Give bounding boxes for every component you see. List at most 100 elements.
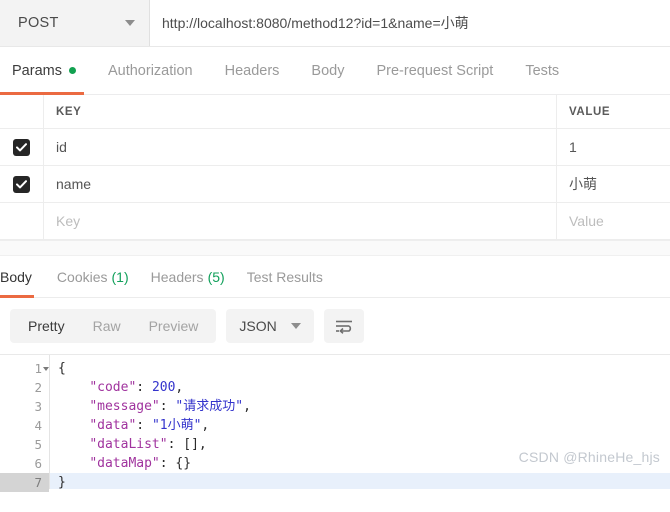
- params-modified-dot-icon: [68, 67, 76, 74]
- param-value-input[interactable]: 小萌: [557, 166, 670, 202]
- code-line: "dataMap": {}: [50, 454, 670, 473]
- param-value-input[interactable]: 1: [557, 129, 670, 165]
- response-body-viewer[interactable]: 1 2 3 4 5 6 7 { "code": 200, "message": "请求成功"…: [0, 354, 670, 492]
- code-line: "dataList": [],: [50, 435, 670, 454]
- checkbox-checked-icon[interactable]: [13, 175, 30, 193]
- param-key-input[interactable]: name: [44, 166, 557, 202]
- line-number-gutter: 1 2 3 4 5 6 7: [0, 355, 50, 492]
- code-token-punc: ,: [175, 380, 184, 395]
- param-value-input[interactable]: Value: [557, 203, 670, 239]
- response-format-label: JSON: [239, 318, 277, 334]
- line-number-text: 2: [34, 380, 42, 395]
- request-response-divider: [0, 240, 670, 256]
- param-enable-cell: [0, 166, 44, 202]
- response-tab-label: Body: [0, 268, 32, 285]
- chevron-down-icon: [290, 323, 301, 329]
- request-tab-label: Params: [12, 62, 62, 79]
- code-line: "data": "1小萌",: [50, 416, 670, 435]
- request-tab-headers[interactable]: Headers: [209, 47, 296, 94]
- line-number: 7: [0, 473, 49, 492]
- http-method-dropdown[interactable]: POST: [0, 0, 150, 46]
- response-tab-headers[interactable]: Headers (5): [140, 256, 236, 297]
- params-header-row: KEY VALUE: [0, 95, 670, 129]
- line-number: 1: [0, 359, 49, 378]
- line-number-text: 3: [34, 399, 42, 414]
- code-token-key: "code": [89, 380, 137, 395]
- response-tab-cookies[interactable]: Cookies (1): [46, 256, 140, 297]
- line-number-text: 7: [34, 475, 42, 490]
- response-tab-label: Headers: [150, 268, 204, 285]
- code-content[interactable]: { "code": 200, "message": "请求成功", "data"…: [50, 355, 670, 489]
- response-tab-count: (5): [207, 268, 225, 285]
- code-token-punc: }: [58, 475, 66, 489]
- view-mode-pretty[interactable]: Pretty: [14, 309, 79, 343]
- request-tab-pre-request-script[interactable]: Pre-request Script: [360, 47, 509, 94]
- response-tab-bar: Body Cookies (1) Headers (5) Test Results: [0, 256, 670, 298]
- request-tab-label: Headers: [224, 62, 280, 79]
- response-tab-count: (1): [111, 268, 129, 285]
- code-line: "message": "请求成功",: [50, 397, 670, 416]
- line-number-text: 5: [34, 437, 42, 452]
- param-key-input[interactable]: id: [44, 129, 557, 165]
- param-key-text: Key: [56, 213, 81, 229]
- request-tab-body[interactable]: Body: [295, 47, 360, 94]
- line-number-text: 1: [34, 361, 42, 376]
- view-mode-preview[interactable]: Preview: [135, 309, 213, 343]
- request-tab-params[interactable]: Params: [0, 47, 92, 95]
- line-number: 3: [0, 397, 49, 416]
- code-token-punc: :: [136, 380, 152, 395]
- code-token-num: 200: [151, 380, 176, 395]
- param-value-text: 1: [569, 139, 577, 155]
- url-input[interactable]: http://localhost:8080/method12?id=1&name…: [150, 0, 670, 46]
- code-token-key: "dataList": [89, 437, 168, 452]
- response-format-dropdown[interactable]: JSON: [226, 309, 314, 343]
- param-key-input[interactable]: Key: [44, 203, 557, 239]
- code-token-str: "1小萌": [151, 418, 202, 433]
- code-token-key: "message": [89, 399, 160, 414]
- params-table: KEY VALUE id 1 name 小萌 Key Value: [0, 95, 670, 240]
- line-number: 6: [0, 454, 49, 473]
- table-row: id 1: [0, 129, 670, 166]
- request-tab-tests[interactable]: Tests: [509, 47, 575, 94]
- http-method-label: POST: [18, 15, 59, 31]
- chevron-down-icon: [125, 20, 135, 26]
- table-row: name 小萌: [0, 166, 670, 203]
- line-number-text: 6: [34, 456, 42, 471]
- request-tab-label: Body: [311, 62, 345, 79]
- code-token-punc: :: [159, 399, 176, 414]
- request-tab-authorization[interactable]: Authorization: [92, 47, 209, 94]
- table-row: Key Value: [0, 203, 670, 240]
- view-mode-group: Pretty Raw Preview: [10, 309, 217, 343]
- request-tab-label: Pre-request Script: [376, 62, 494, 79]
- view-mode-raw[interactable]: Raw: [79, 309, 135, 343]
- request-tab-label: Tests: [525, 62, 560, 79]
- code-token-punc: ,: [201, 418, 210, 433]
- fold-collapse-icon[interactable]: [43, 366, 49, 371]
- request-tab-bar: Params Authorization Headers Body Pre-reques…: [0, 47, 670, 95]
- response-tab-body[interactable]: Body: [0, 256, 46, 298]
- column-header-key: KEY: [56, 105, 82, 118]
- response-tab-label: Cookies: [56, 268, 108, 285]
- code-token-punc: {: [58, 361, 66, 376]
- params-header-key-cell: KEY: [44, 95, 557, 128]
- code-token-punc: :: [136, 418, 152, 433]
- param-enable-cell: [0, 129, 44, 165]
- column-header-value: VALUE: [569, 105, 611, 118]
- response-tab-test-results[interactable]: Test Results: [236, 256, 334, 297]
- param-enable-cell: [0, 203, 44, 239]
- word-wrap-icon[interactable]: [323, 309, 364, 343]
- code-line: "code": 200,: [50, 378, 670, 397]
- line-number: 2: [0, 378, 49, 397]
- url-text: http://localhost:8080/method12?id=1&name…: [162, 15, 469, 31]
- checkbox-checked-icon[interactable]: [13, 138, 30, 156]
- param-value-text: 小萌: [569, 176, 597, 192]
- response-body-toolbar: Pretty Raw Preview JSON: [0, 298, 670, 354]
- code-token-punc: : {}: [159, 456, 192, 471]
- param-value-text: Value: [569, 213, 604, 229]
- code-line: {: [50, 359, 670, 378]
- code-token-key: "dataMap": [89, 456, 160, 471]
